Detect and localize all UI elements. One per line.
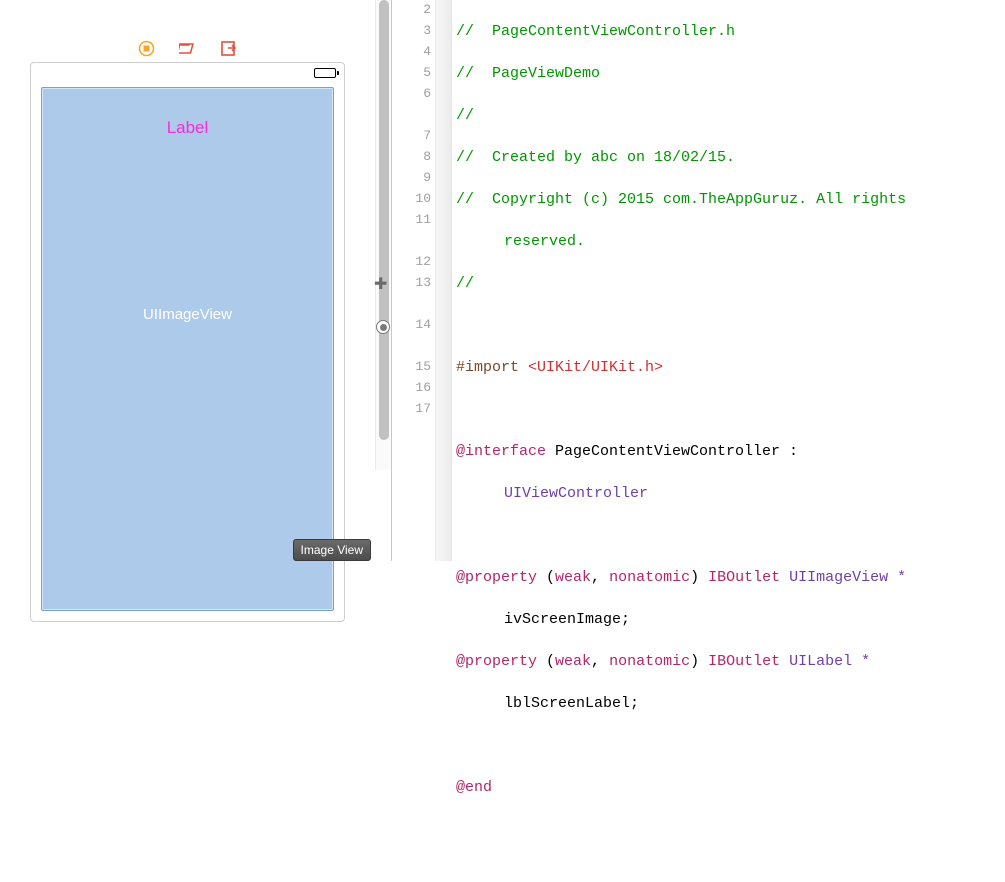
label-element[interactable]: Label — [42, 118, 333, 138]
code-text: // — [456, 107, 474, 124]
add-outlet-icon[interactable]: ✚ — [374, 274, 387, 294]
code-text: @property — [456, 653, 537, 670]
code-text: // — [456, 191, 492, 208]
code-text: lblScreenLabel; — [456, 693, 1005, 714]
code-text: PageViewDemo — [492, 65, 600, 82]
uiimageview-placeholder[interactable]: Label UIImageView — [41, 87, 334, 611]
code-text: IBOutlet — [708, 569, 780, 586]
code-text: IBOutlet — [708, 653, 780, 670]
line-number: 6 — [395, 86, 431, 101]
battery-icon — [314, 68, 336, 78]
status-bar — [31, 63, 344, 83]
device-frame[interactable]: Label UIImageView — [30, 62, 345, 622]
code-text: // — [456, 149, 492, 166]
code-text: // — [456, 275, 474, 292]
line-number: 2 — [395, 2, 431, 17]
code-text: UIImageView * — [780, 569, 906, 586]
line-number: 13 — [395, 275, 431, 290]
scene-toolbar — [0, 40, 375, 57]
line-number: 16 — [395, 380, 431, 395]
line-number: 14 — [395, 317, 431, 332]
code-text: Created by abc on 18/02/15. — [492, 149, 735, 166]
code-text: <UIKit/UIKit.h> — [528, 359, 663, 376]
file-owner-icon[interactable] — [138, 40, 155, 57]
code-text: // — [456, 65, 492, 82]
imageview-label: UIImageView — [42, 306, 333, 323]
code-editor[interactable]: 2 3 4 5 6 7 8 9 10 11 12 13 14 15 16 17 … — [392, 0, 1005, 561]
code-text: UIViewController — [456, 483, 1005, 504]
code-text: UILabel * — [780, 653, 870, 670]
code-text: PageContentViewController.h — [492, 23, 735, 40]
scrollbar-thumb[interactable] — [379, 0, 389, 440]
code-text: reserved. — [456, 231, 1005, 252]
line-number: 12 — [395, 254, 431, 269]
exit-icon[interactable] — [220, 40, 237, 57]
line-number: 7 — [395, 128, 431, 143]
code-text: @interface — [456, 443, 546, 460]
code-text: ( — [537, 653, 555, 670]
code-text: weak — [555, 653, 591, 670]
outlet-connected-icon[interactable] — [376, 320, 390, 334]
line-number: 3 — [395, 23, 431, 38]
line-number: 9 — [395, 170, 431, 185]
code-text: PageContentViewController : — [546, 443, 798, 460]
fold-strip[interactable] — [436, 0, 452, 561]
code-area[interactable]: // PageContentViewController.h // PageVi… — [452, 0, 1005, 561]
line-number: 8 — [395, 149, 431, 164]
code-text: Copyright (c) 2015 com.TheAppGuruz. All … — [492, 191, 906, 208]
code-text: @end — [456, 779, 492, 796]
code-text: ivScreenImage; — [456, 609, 1005, 630]
code-text: @property — [456, 569, 537, 586]
code-text: ) — [690, 569, 708, 586]
storyboard-canvas[interactable]: Label UIImageView Image View — [0, 0, 392, 561]
code-text: , — [591, 569, 609, 586]
line-number: 15 — [395, 359, 431, 374]
code-text: nonatomic — [609, 569, 690, 586]
code-text: #import — [456, 359, 528, 376]
code-text: , — [591, 653, 609, 670]
code-text: nonatomic — [609, 653, 690, 670]
line-number: 4 — [395, 44, 431, 59]
tooltip: Image View — [293, 539, 371, 561]
line-number-gutter: 2 3 4 5 6 7 8 9 10 11 12 13 14 15 16 17 … — [392, 0, 436, 561]
line-number: 10 — [395, 191, 431, 206]
first-responder-icon[interactable] — [179, 40, 196, 57]
code-text: ( — [537, 569, 555, 586]
line-number: 11 — [395, 212, 431, 227]
code-text: // — [456, 23, 492, 40]
line-number: 5 — [395, 65, 431, 80]
code-text: weak — [555, 569, 591, 586]
line-number: 17 — [395, 401, 431, 416]
scrollbar-track[interactable] — [375, 0, 391, 470]
code-text: ) — [690, 653, 708, 670]
